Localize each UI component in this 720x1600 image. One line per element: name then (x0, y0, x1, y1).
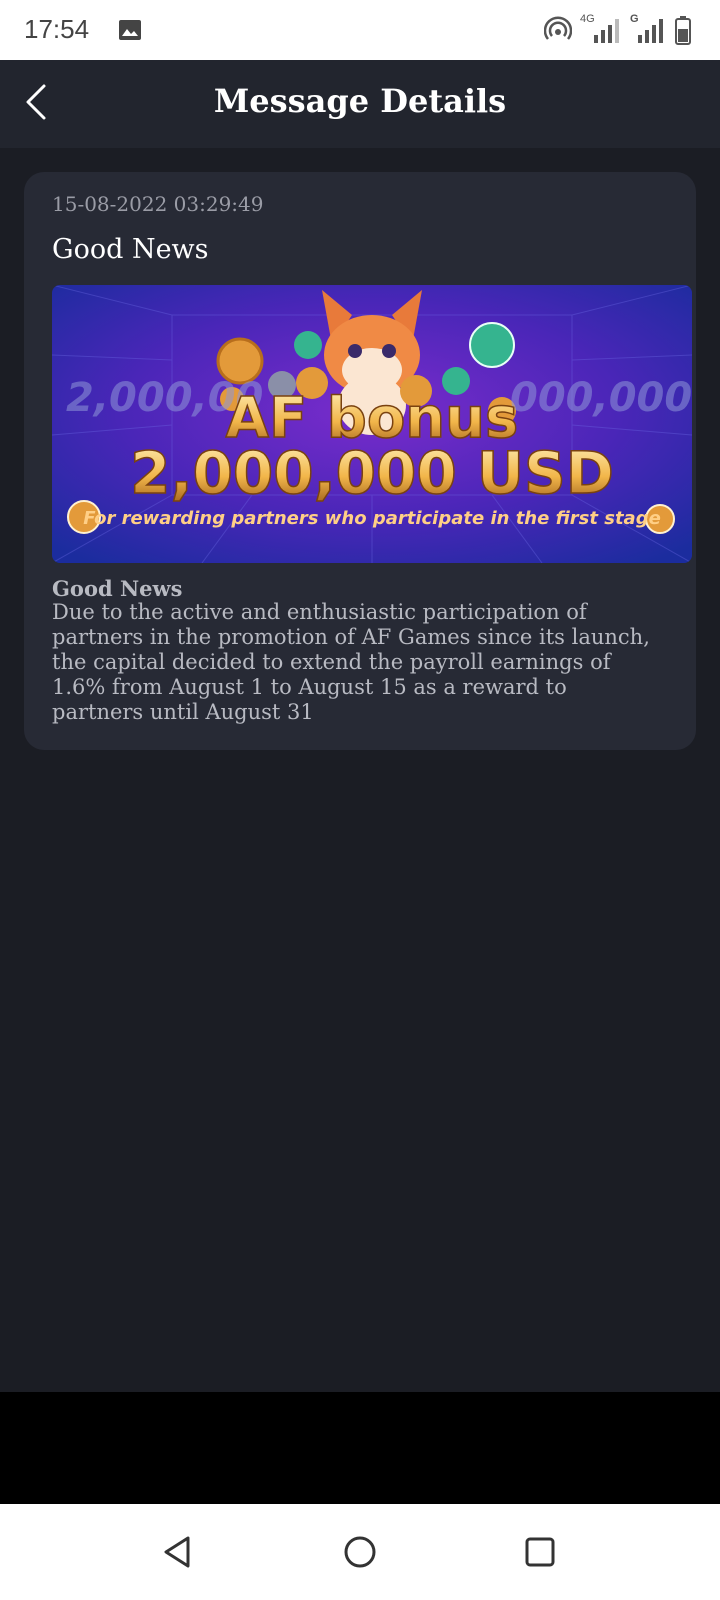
battery-icon (675, 16, 691, 45)
banner-tagline: For rewarding partners who participate i… (83, 508, 661, 529)
message-date: 15-08-2022 03:29:49 (52, 192, 264, 216)
status-bar: 17:54 4G G (0, 0, 720, 60)
system-nav-bar (0, 1504, 720, 1600)
promo-banner: 2,000,00 000,000 $ AF bonus 2,000,000 US… (52, 285, 692, 563)
banner-line2: 2,000,000 USD (130, 439, 614, 507)
message-card: 15-08-2022 03:29:49 Good News 2,000,00 0… (24, 172, 696, 750)
hotspot-icon (544, 16, 572, 40)
home-circle-icon[interactable] (340, 1532, 380, 1572)
app-header: Message Details (0, 60, 720, 148)
signal-4g-icon: 4G (580, 13, 622, 45)
recents-square-icon[interactable] (520, 1532, 560, 1572)
message-body-heading: Good News (52, 576, 183, 601)
message-title: Good News (52, 234, 209, 265)
bottom-spacer (0, 1392, 720, 1504)
banner-side-amount-right: 000,000 $ (510, 375, 692, 421)
page-title: Message Details (213, 82, 507, 120)
image-icon (119, 20, 141, 40)
back-triangle-icon[interactable] (158, 1532, 198, 1572)
signal-g-icon: G (630, 13, 666, 45)
message-body-text: Due to the active and enthusiastic parti… (52, 600, 650, 724)
status-time: 17:54 (24, 14, 90, 44)
